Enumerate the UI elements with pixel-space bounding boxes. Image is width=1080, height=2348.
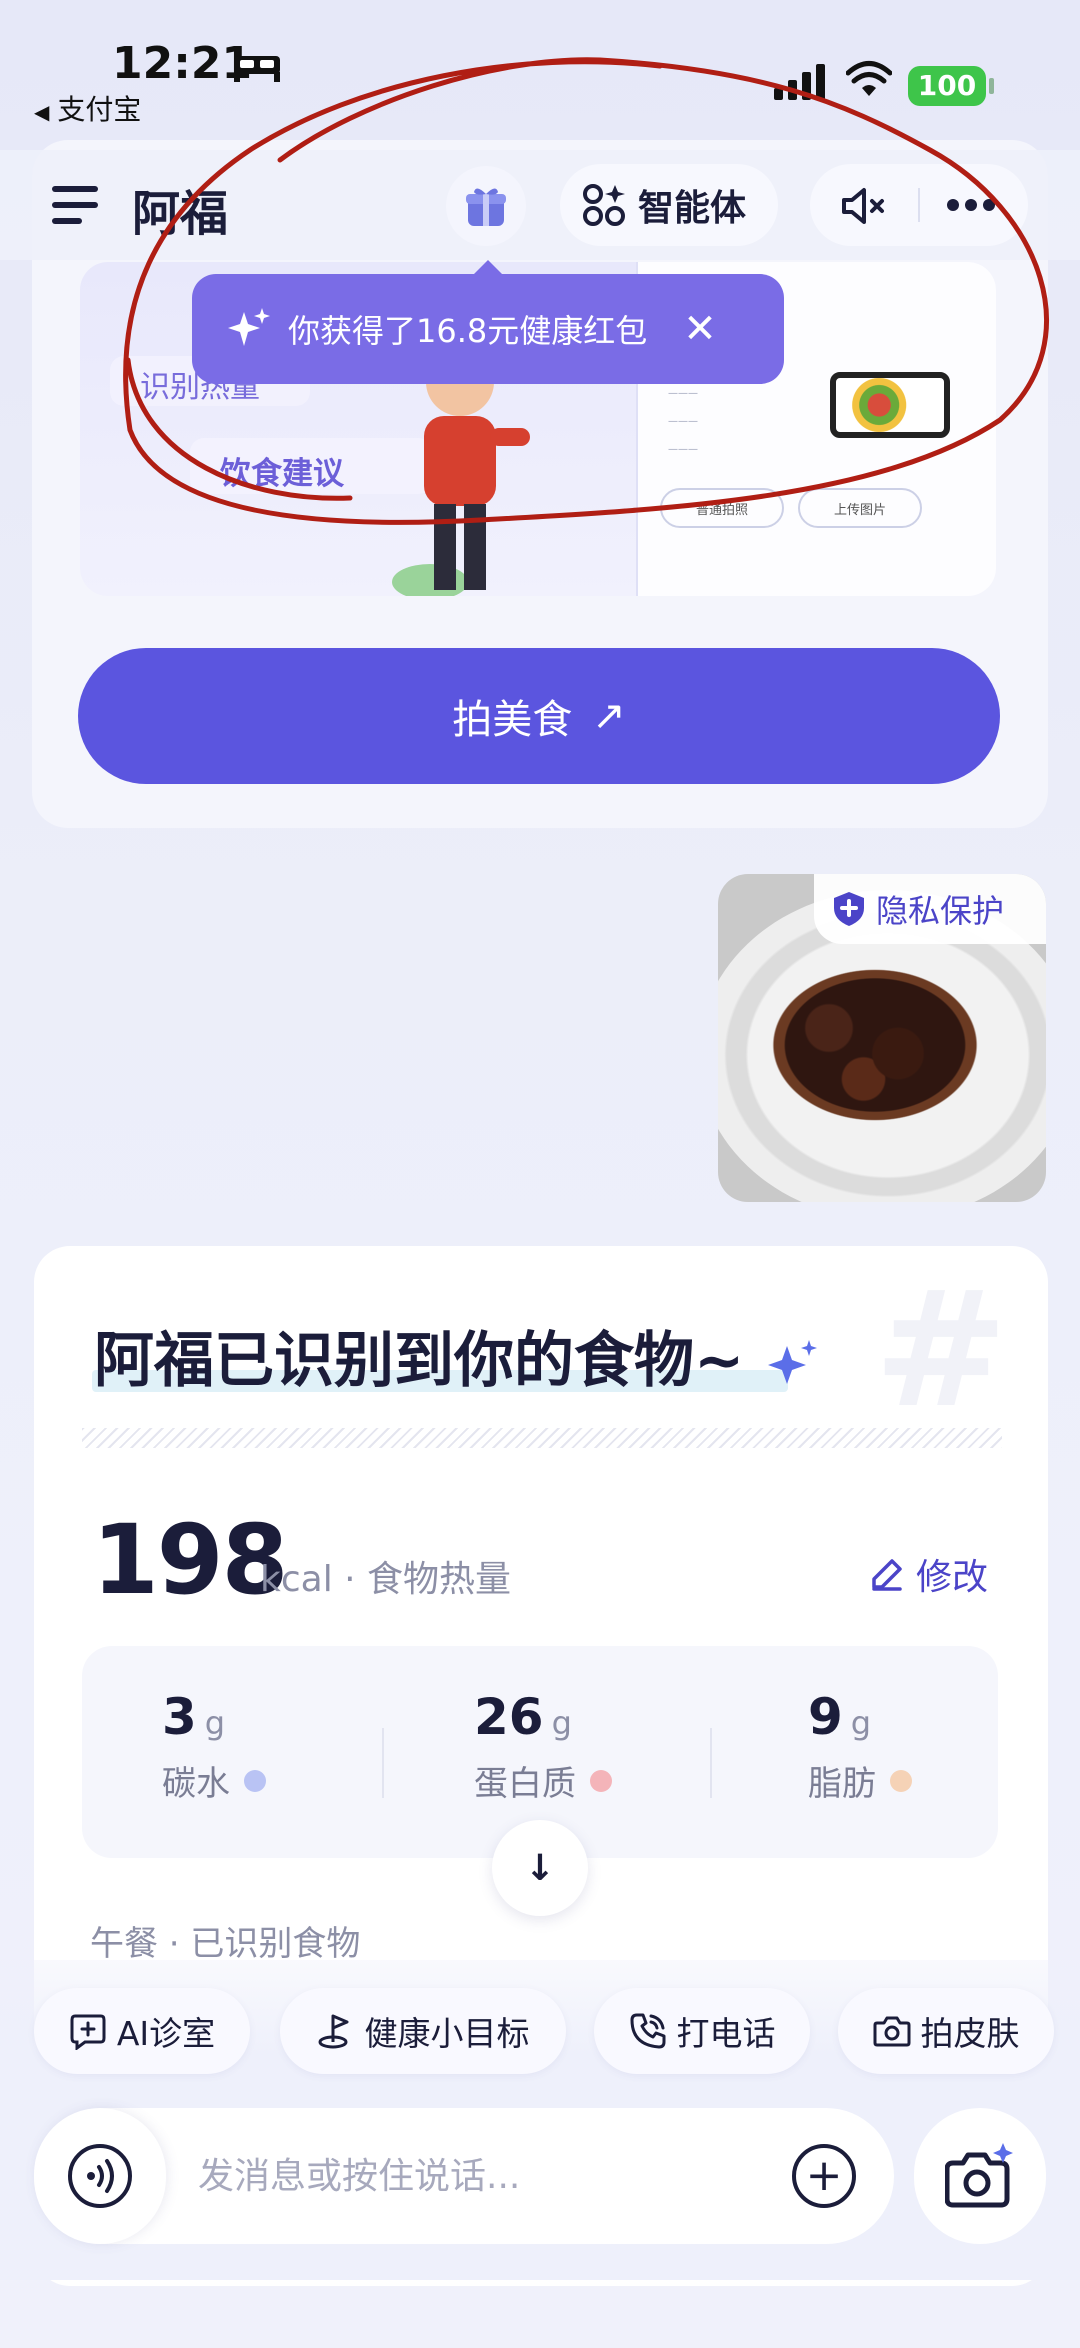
back-app-label: 支付宝 <box>57 93 142 126</box>
back-to-app[interactable]: ◀ 支付宝 <box>34 88 141 128</box>
color-dot <box>590 1769 612 1792</box>
wifi-icon <box>846 61 892 96</box>
privacy-label: 隐私保护 <box>876 892 1005 930</box>
battery-indicator: 100 <box>908 66 994 106</box>
macro-carbs: 3g 碳水 <box>162 1688 266 1805</box>
macro-name: 蛋白质 <box>474 1764 576 1804</box>
shoot-food-label: 拍美食 <box>452 697 573 743</box>
hash-decoration-icon: # <box>873 1256 1008 1443</box>
macro-unit: g <box>850 1704 872 1742</box>
quick-action-label: 打电话 <box>676 2014 776 2053</box>
camera-sparkle-icon <box>945 2143 1013 2208</box>
menu-icon[interactable] <box>52 186 98 226</box>
camera-icon <box>873 2016 910 2047</box>
reward-text: 你获得了16.8元健康红包 <box>288 312 648 350</box>
voice-button[interactable] <box>34 2108 166 2244</box>
agent-label: 智能体 <box>638 188 747 229</box>
gift-button[interactable] <box>446 166 526 246</box>
edit-button[interactable]: 修改 <box>870 1548 988 1600</box>
quick-action-health-goal[interactable]: 健康小目标 <box>280 1988 566 2074</box>
quick-action-label: AI诊室 <box>116 2014 216 2053</box>
sparkle-icon <box>228 308 270 346</box>
macro-unit: g <box>551 1704 572 1742</box>
calorie-label: kcal · 食物热量 <box>260 1559 512 1600</box>
signal-icon <box>774 64 825 100</box>
macro-name: 碳水 <box>162 1764 230 1804</box>
macro-name: 脂肪 <box>808 1764 876 1804</box>
pencil-icon <box>872 1559 902 1591</box>
quick-action-label: 健康小目标 <box>364 2014 530 2053</box>
macro-protein: 26 g 蛋白质 <box>474 1688 612 1805</box>
expand-down-button[interactable]: ↓ <box>492 1820 588 1916</box>
quick-action-label: 拍皮肤 <box>920 2014 1020 2053</box>
quick-action-skin-photo[interactable]: 拍皮肤 <box>838 1988 1054 2074</box>
mute-icon[interactable] <box>840 186 890 226</box>
edit-label: 修改 <box>916 1557 989 1598</box>
app-title: 阿福 <box>132 186 229 242</box>
agent-button[interactable]: 智能体 <box>560 164 778 246</box>
reward-tooltip: 你获得了16.8元健康红包 ✕ <box>192 260 784 384</box>
more-icon[interactable] <box>946 198 996 212</box>
chat-plus-icon <box>70 2014 106 2050</box>
agent-grid-icon <box>583 184 625 226</box>
fruit-photo-thumbnail <box>830 372 950 438</box>
macro-value: 26 <box>474 1688 544 1746</box>
arrow-down-icon: ↓ <box>524 1847 556 1889</box>
food-photo[interactable]: 隐私保护 <box>718 874 1046 1202</box>
arrow-right-icon: ↗ <box>592 693 626 739</box>
calorie-value: 198 <box>92 1504 288 1616</box>
sparkle-icon <box>768 1340 818 1385</box>
plus-icon[interactable]: + <box>792 2144 856 2208</box>
back-triangle-icon: ◀ <box>34 100 50 124</box>
color-dot <box>244 1769 266 1792</box>
divider-hatch <box>82 1428 1002 1448</box>
quick-action-call[interactable]: 打电话 <box>594 1988 810 2074</box>
result-title: 阿福已识别到你的食物~ <box>94 1312 821 1399</box>
meal-label: 午餐 · 已识别食物 <box>90 1924 361 1964</box>
macro-value: 3 <box>162 1688 197 1746</box>
result-title-text: 阿福已识别到你的食物~ <box>94 1326 745 1396</box>
mock-normal-photo-button: 普通拍照 <box>660 488 784 528</box>
mock-upload-image-button: 上传图片 <box>798 488 922 528</box>
message-input-bar: + <box>34 2108 894 2244</box>
message-input[interactable] <box>198 2148 758 2204</box>
macro-unit: g <box>204 1704 226 1742</box>
camera-button[interactable] <box>914 2108 1046 2244</box>
macro-value: 9 <box>808 1688 843 1746</box>
privacy-badge[interactable]: 隐私保护 <box>814 874 1046 944</box>
capsule-controls <box>810 164 1028 246</box>
close-icon[interactable]: ✕ <box>683 306 717 352</box>
target-flag-icon <box>318 2014 348 2049</box>
sleep-focus-icon <box>234 56 280 82</box>
phone-icon <box>630 2013 665 2049</box>
gift-icon <box>466 188 506 226</box>
macro-fat: 9g 脂肪 <box>808 1688 912 1805</box>
quick-action-ai-clinic[interactable]: AI诊室 <box>34 1988 250 2074</box>
color-dot <box>890 1769 912 1792</box>
voice-icon <box>68 2144 132 2208</box>
shield-icon <box>834 892 864 926</box>
shoot-food-button[interactable]: 拍美食 ↗ <box>78 648 1000 784</box>
